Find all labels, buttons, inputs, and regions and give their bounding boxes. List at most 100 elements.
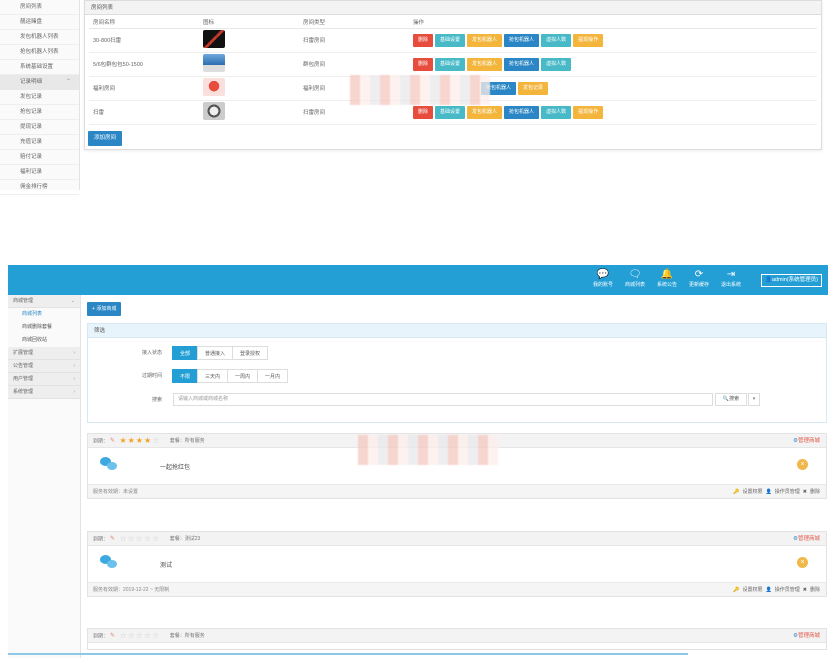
pin-icon: ✎ xyxy=(110,536,116,543)
sidebar-group-extensions[interactable]: 扩展管理 › xyxy=(8,347,80,360)
chat-icon: 🗨 xyxy=(628,269,642,280)
nav-logout[interactable]: ⇥ 退出系统 xyxy=(714,269,748,288)
delete-button[interactable]: 删除 xyxy=(413,57,434,71)
manage-shop-link[interactable]: ⚙管理商城 xyxy=(793,629,820,643)
room-sidebar: 房间列表 靓运赌盘 发包机器人列表 抢包机器人列表 系统基础设置 记录明细 ⌃ … xyxy=(0,0,80,195)
shop-name: 一起抢红包 xyxy=(160,465,191,471)
nav-my-account[interactable]: 💬 我的账号 xyxy=(586,269,620,288)
sidebar-item-grab-records[interactable]: 抢包记录 xyxy=(0,105,79,120)
filter-label: 过期时间 xyxy=(141,373,162,379)
sidebar-item-welfare-records[interactable]: 福利记录 xyxy=(0,165,79,180)
nav-refresh-cache[interactable]: ⟳ 更新缓存 xyxy=(682,269,716,288)
expiry-option-3days[interactable]: 三天内 xyxy=(197,369,229,383)
top-screenshot: 房间列表 靓运赌盘 发包机器人列表 抢包机器人列表 系统基础设置 记录明细 ⌃ … xyxy=(0,0,837,235)
access-option-normal[interactable]: 普通接入 xyxy=(197,346,234,360)
rating-stars: ☆☆☆☆☆ xyxy=(119,631,161,640)
sidebar-item-send-records[interactable]: 发包记录 xyxy=(0,90,79,105)
logout-icon: ⇥ xyxy=(726,269,736,280)
delete-link[interactable]: ✖ 删除 xyxy=(803,587,820,593)
send-bot-button[interactable]: 发包机器人 xyxy=(467,33,503,47)
virtual-count-button[interactable]: 虚拟人数 xyxy=(541,105,572,119)
delete-link[interactable]: ✖ 删除 xyxy=(803,489,820,495)
delete-button[interactable]: 删除 xyxy=(413,105,434,119)
sidebar-item-room-list[interactable]: 房间列表 xyxy=(0,0,79,15)
grab-bot-button[interactable]: 抢包机器人 xyxy=(504,57,540,71)
sidebar-item-shop-list[interactable]: 商城列表 xyxy=(8,308,80,321)
bell-icon: 🔔 xyxy=(660,269,674,280)
room-thumbnail xyxy=(203,102,225,120)
filter-label: 搜索 xyxy=(151,397,162,403)
search-button[interactable]: 🔍搜索 xyxy=(715,393,747,406)
send-bot-button[interactable]: 发包机器人 xyxy=(467,105,503,119)
send-records-button[interactable]: 发包记录 xyxy=(518,81,549,95)
chevron-right-icon: › xyxy=(73,350,75,356)
withdraw-button[interactable]: 提现操作 xyxy=(573,33,604,47)
sidebar-item-dice[interactable]: 靓运赌盘 xyxy=(0,15,79,30)
sidebar-section-records[interactable]: 记录明细 ⌃ xyxy=(0,75,79,90)
sidebar-section-label: 记录明细 xyxy=(20,79,43,85)
sidebar-group-shop[interactable]: 商城管理 ⌄ xyxy=(8,295,80,308)
filter-panel: 筛选 接入状态 全部 普通接入 登录授权 过期时间 不限 三天内 一周内 一月内 搜索 请… xyxy=(87,323,827,423)
send-bot-button[interactable]: 发包机器人 xyxy=(467,57,503,71)
bottom-divider xyxy=(8,653,688,655)
operator-manage-link[interactable]: 👤 操作员管理 xyxy=(766,489,800,495)
add-shop-button[interactable]: + 添加商城 xyxy=(87,302,122,316)
sidebar-item-shop-packages[interactable]: 商城删除套餐 xyxy=(8,321,80,334)
sidebar-item-withdraw-records[interactable]: 提现记录 xyxy=(0,120,79,135)
access-segmented-control: 全部 普通接入 登录授权 xyxy=(172,346,269,360)
access-option-all[interactable]: 全部 xyxy=(172,346,199,360)
close-icon[interactable]: × xyxy=(797,459,808,470)
close-icon[interactable]: × xyxy=(797,557,808,568)
search-dropdown-toggle[interactable]: ▾ xyxy=(748,393,760,406)
card-footer: 服务有效期：未设置 🔑 设置权限 👤 操作员管理 ✖ 删除 xyxy=(88,484,826,498)
sidebar-item-grab-bots[interactable]: 抢包机器人列表 xyxy=(0,45,79,60)
withdraw-button[interactable]: 提现操作 xyxy=(573,105,604,119)
nav-shop-list[interactable]: 🗨 商城列表 xyxy=(618,269,652,288)
table-row: 5/6包群包包50-1500 群包房间 删除 基础设置 发包机器人 抢包机器人 虚拟人数 xyxy=(89,52,817,77)
col-header-actions: 操作 xyxy=(409,17,817,29)
sidebar-item-send-bots[interactable]: 发包机器人列表 xyxy=(0,30,79,45)
basic-settings-button[interactable]: 基础设置 xyxy=(435,57,466,71)
card-actions: 🔑 设置权限 👤 操作员管理 ✖ 删除 xyxy=(730,485,820,499)
expiry-option-week[interactable]: 一周内 xyxy=(227,369,259,383)
sidebar-item-shop-recycle[interactable]: 商城回收站 xyxy=(8,334,80,347)
sidebar-item-payout-records[interactable]: 赔付记录 xyxy=(0,150,79,165)
wechat-logo-icon xyxy=(100,555,118,569)
virtual-count-button[interactable]: 虚拟人数 xyxy=(541,33,572,47)
manage-shop-link[interactable]: ⚙管理商城 xyxy=(793,434,820,448)
card-body: 测试 × xyxy=(88,546,826,582)
col-header-name: 房间名称 xyxy=(89,17,199,29)
grab-bot-button[interactable]: 抢包机器人 xyxy=(504,105,540,119)
sidebar-item-settings[interactable]: 系统基础设置 xyxy=(0,60,79,75)
nav-announcements[interactable]: 🔔 系统公告 xyxy=(650,269,684,288)
set-permission-link[interactable]: 🔑 设置权限 xyxy=(733,489,762,495)
row-actions: 删除 基础设置 发包机器人 抢包机器人 虚拟人数 提现操作 xyxy=(409,28,817,53)
room-name: 5/6包群包包50-1500 xyxy=(89,52,199,77)
sidebar-item-commission-rank[interactable]: 佣金排行榜 xyxy=(0,180,79,195)
manage-shop-link[interactable]: ⚙管理商城 xyxy=(793,532,820,546)
operator-manage-link[interactable]: 👤 操作员管理 xyxy=(766,587,800,593)
room-table: 房间名称 图标 房间类型 操作 30-800扫雷 扫雷房间 删除 基础设置 发包机器… xyxy=(89,17,817,125)
search-input[interactable]: 请输入商城或商城名称 xyxy=(173,393,713,406)
basic-settings-button[interactable]: 基础设置 xyxy=(435,33,466,47)
card-header: 到期： ✎ ☆☆☆☆☆ 套餐：所有服务 ⚙管理商城 xyxy=(88,629,826,643)
sidebar-group-system[interactable]: 系统管理 › xyxy=(8,386,80,399)
sidebar-group-users[interactable]: 用户管理 › xyxy=(8,373,80,386)
service-validity: 服务有效期：未设置 xyxy=(93,489,139,495)
expiry-option-any[interactable]: 不限 xyxy=(172,369,199,383)
table-row: 30-800扫雷 扫雷房间 删除 基础设置 发包机器人 抢包机器人 虚拟人数 提现操作 xyxy=(89,28,817,53)
set-permission-link[interactable]: 🔑 设置权限 xyxy=(733,587,762,593)
grab-bot-button[interactable]: 抢包机器人 xyxy=(504,33,540,47)
virtual-count-button[interactable]: 虚拟人数 xyxy=(541,57,572,71)
sidebar-group-announcements[interactable]: 公告管理 › xyxy=(8,360,80,373)
admin-user-menu[interactable]: 👤admin(系统管理员) xyxy=(760,274,822,287)
expiry-option-month[interactable]: 一月内 xyxy=(257,369,289,383)
shop-sidebar: 商城管理 ⌄ 商城列表 商城删除套餐 商城回收站 扩展管理 › 公告管理 › 用户管理… xyxy=(8,295,81,658)
rating-stars: ☆☆☆☆☆ xyxy=(119,534,161,543)
add-room-button[interactable]: 添加房间 xyxy=(88,131,123,146)
access-option-auth[interactable]: 登录授权 xyxy=(232,346,269,360)
sidebar-item-recharge-records[interactable]: 充值记录 xyxy=(0,135,79,150)
delete-button[interactable]: 删除 xyxy=(413,33,434,47)
room-thumbnail xyxy=(203,78,225,96)
basic-settings-button[interactable]: 基础设置 xyxy=(435,105,466,119)
